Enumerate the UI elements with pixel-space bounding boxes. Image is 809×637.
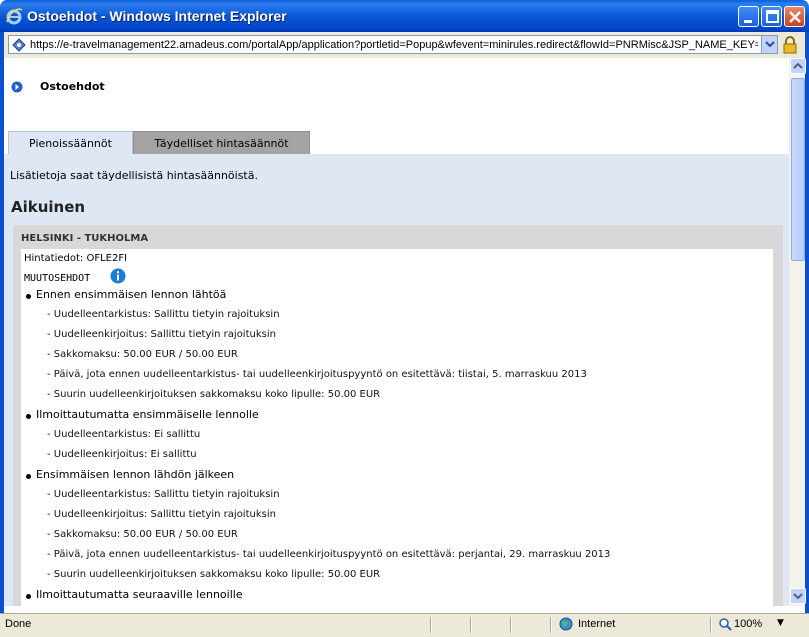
expand-arrow-icon[interactable] (11, 81, 23, 93)
bullet (26, 594, 31, 599)
minimize-button[interactable] (738, 6, 759, 27)
passenger-type-heading: Aikuinen (11, 198, 86, 216)
rule-line: - Päivä, jota ennen uudelleentarkistus- … (47, 549, 611, 560)
scroll-thumb[interactable] (791, 78, 805, 261)
address-bar: https://e-travelmanagement22.amadeus.com… (0, 32, 809, 58)
rule-line: - Uudelleenkirjoitus: Ei sallittu (47, 449, 197, 460)
vertical-scrollbar[interactable] (789, 58, 806, 606)
group-heading: Ensimmäisen lennon lähdön jälkeen (36, 468, 235, 481)
rule-line: - Uudelleenkirjoitus: Sallittu tietyin r… (47, 509, 276, 520)
group-heading: Ilmoittautumatta ensimmäiselle lennolle (36, 408, 259, 421)
page-icon (12, 38, 26, 52)
group-heading: Ilmoittautumatta seuraaville lennoille (36, 588, 243, 601)
url-text: https://e-travelmanagement22.amadeus.com… (30, 39, 758, 51)
status-divider (430, 617, 432, 633)
info-icon[interactable] (110, 268, 126, 284)
window-title: Ostoehdot - Windows Internet Explorer (27, 8, 287, 24)
lock-icon[interactable] (781, 36, 799, 54)
rule-line: - Uudelleentarkistus: Ei sallittu (47, 429, 201, 440)
zoom-icon[interactable] (718, 617, 732, 631)
route-title: HELSINKI - TUKHOLMA (21, 233, 149, 244)
bullet (26, 294, 31, 299)
globe-icon (559, 617, 573, 631)
tab-taydelliset-hintasaannot[interactable]: Täydelliset hintasäännöt (133, 131, 310, 154)
rule-line: - Uudelleentarkistus: Sallittu tietyin r… (47, 489, 280, 500)
rule-line: - Uudelleentarkistus: Sallittu tietyin r… (47, 309, 280, 320)
section-heading: MUUTOSEHDOT (24, 273, 91, 284)
status-divider (550, 617, 552, 633)
internet-explorer-icon (6, 8, 23, 25)
info-text: Lisätietoja saat täydellisistä hintasään… (10, 169, 258, 182)
page-content: Ostoehdot Pienoissäännöt Täydelliset hin… (4, 58, 789, 606)
rule-line: - Sakkomaksu: 50.00 EUR / 50.00 EUR (47, 349, 238, 360)
status-divider (470, 617, 472, 633)
url-dropdown-button[interactable] (761, 36, 777, 53)
chevron-up-icon (793, 62, 803, 69)
status-divider (710, 617, 712, 633)
rule-line: - Päivä, jota ennen uudelleentarkistus- … (47, 369, 587, 380)
scroll-up-button[interactable] (790, 58, 806, 74)
security-zone: Internet (578, 618, 616, 630)
window-frame-right (805, 58, 809, 637)
bullet (26, 474, 31, 479)
tab-pienoissaannot[interactable]: Pienoissäännöt (8, 131, 133, 154)
status-divider (510, 617, 512, 633)
rules-container: Hintatiedot: OFLE2FI MUUTOSEHDOT Ennen e… (21, 249, 773, 606)
fare-info: Hintatiedot: OFLE2FI (24, 253, 128, 264)
window-titlebar[interactable]: Ostoehdot - Windows Internet Explorer (0, 0, 809, 32)
rule-line: - Sakkomaksu: 50.00 EUR / 50.00 EUR (47, 529, 238, 540)
zoom-dropdown-icon[interactable]: ▼ (777, 618, 784, 628)
status-bar: Done Internet 100% ▼ (0, 613, 809, 637)
rule-line: - Suurin uudelleenkirjoituksen sakkomaks… (47, 389, 381, 400)
maximize-icon (766, 10, 779, 23)
zoom-level[interactable]: 100% (734, 618, 762, 630)
minimize-icon (744, 20, 752, 23)
rule-line: - Suurin uudelleenkirjoituksen sakkomaks… (47, 569, 381, 580)
chevron-down-icon (793, 593, 803, 600)
maximize-button[interactable] (761, 6, 782, 27)
url-field[interactable]: https://e-travelmanagement22.amadeus.com… (8, 35, 778, 54)
group-heading: Ennen ensimmäisen lennon lähtöä (36, 288, 227, 301)
route-box: HELSINKI - TUKHOLMA Hintatiedot: OFLE2FI… (13, 225, 783, 606)
scroll-down-button[interactable] (790, 588, 806, 604)
close-icon (789, 11, 801, 23)
rule-line: - Uudelleenkirjoitus: Sallittu tietyin r… (47, 329, 276, 340)
chevron-down-icon (765, 41, 775, 48)
close-button[interactable] (784, 6, 805, 27)
status-text: Done (5, 618, 32, 630)
page-title: Ostoehdot (40, 80, 105, 93)
bullet (26, 414, 31, 419)
